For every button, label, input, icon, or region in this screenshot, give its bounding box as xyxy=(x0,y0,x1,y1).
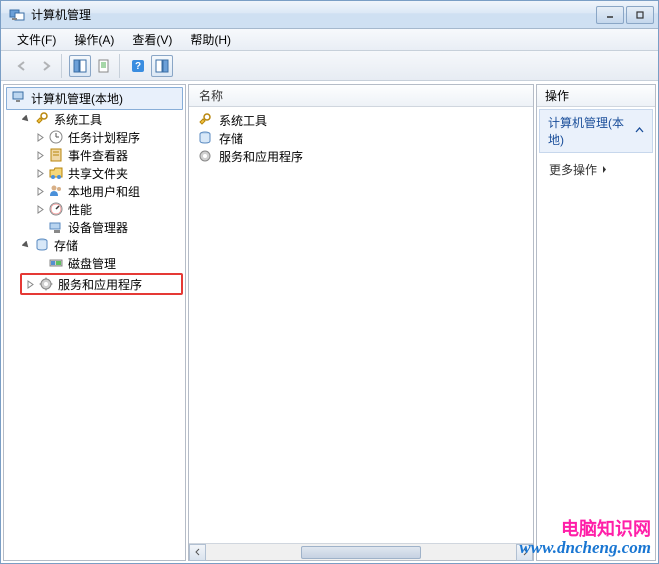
node-label: 磁盘管理 xyxy=(68,255,116,272)
computer-icon xyxy=(11,89,27,108)
action-header: 操作 xyxy=(537,85,655,107)
menu-bar: 文件(F) 操作(A) 查看(V) 帮助(H) xyxy=(1,29,658,51)
horizontal-scrollbar[interactable] xyxy=(189,543,533,560)
tree-node-local-users[interactable]: 本地用户和组 xyxy=(34,182,183,200)
svg-text:?: ? xyxy=(135,61,141,72)
list-item[interactable]: 系统工具 xyxy=(195,111,527,129)
storage-icon xyxy=(34,237,50,253)
node-label: 存储 xyxy=(54,237,78,254)
scroll-right-button[interactable] xyxy=(516,544,533,561)
highlighted-item: 服务和应用程序 xyxy=(20,273,183,295)
node-label: 本地用户和组 xyxy=(68,183,140,200)
storage-icon xyxy=(197,130,213,146)
expand-icon[interactable] xyxy=(34,131,46,143)
tree-node-performance[interactable]: 性能 xyxy=(34,200,183,218)
forward-button xyxy=(35,55,57,77)
tree-pane[interactable]: 计算机管理(本地) 系统工具 任务计划程序 xyxy=(3,84,186,561)
list-body[interactable]: 系统工具 存储 服务和应用程序 xyxy=(189,107,533,543)
node-label: 共享文件夹 xyxy=(68,165,128,182)
title-bar: 计算机管理 xyxy=(1,1,658,29)
action-section-label: 计算机管理(本地) xyxy=(548,114,635,148)
tools-icon xyxy=(197,112,213,128)
list-item-label: 存储 xyxy=(219,130,243,147)
node-label: 事件查看器 xyxy=(68,147,128,164)
tree-root-label: 计算机管理(本地) xyxy=(31,90,123,107)
action-pane: 操作 计算机管理(本地) 更多操作 xyxy=(536,84,656,561)
users-icon xyxy=(48,183,64,199)
disk-icon xyxy=(48,255,64,271)
back-button xyxy=(11,55,33,77)
expand-icon[interactable] xyxy=(34,185,46,197)
list-header: 名称 xyxy=(189,85,533,107)
tree-node-shared-folders[interactable]: 共享文件夹 xyxy=(34,164,183,182)
tree-root[interactable]: 计算机管理(本地) xyxy=(6,87,183,110)
tree-node-event-viewer[interactable]: 事件查看器 xyxy=(34,146,183,164)
computer-management-window: 计算机管理 文件(F) 操作(A) 查看(V) 帮助(H) ? xyxy=(0,0,659,564)
performance-icon xyxy=(48,201,64,217)
expand-icon[interactable] xyxy=(34,149,46,161)
show-action-pane-button[interactable] xyxy=(151,55,173,77)
properties-button[interactable] xyxy=(93,55,115,77)
list-item[interactable]: 存储 xyxy=(195,129,527,147)
toolbar: ? xyxy=(1,51,658,81)
node-label: 服务和应用程序 xyxy=(58,276,142,293)
action-more-actions[interactable]: 更多操作 xyxy=(537,155,655,184)
shared-folder-icon xyxy=(48,165,64,181)
expand-icon[interactable] xyxy=(24,278,36,290)
tree-node-disk-management[interactable]: 磁盘管理 xyxy=(34,254,183,272)
help-button[interactable]: ? xyxy=(127,55,149,77)
tools-icon xyxy=(34,111,50,127)
maximize-button[interactable] xyxy=(626,6,654,24)
main-area: 计算机管理(本地) 系统工具 任务计划程序 xyxy=(1,81,658,563)
collapse-arrow-icon xyxy=(635,124,644,138)
expand-icon[interactable] xyxy=(34,203,46,215)
menu-file[interactable]: 文件(F) xyxy=(9,29,64,50)
node-label: 系统工具 xyxy=(54,111,102,128)
event-icon xyxy=(48,147,64,163)
tree-node-system-tools[interactable]: 系统工具 xyxy=(20,110,183,128)
tree-node-task-scheduler[interactable]: 任务计划程序 xyxy=(34,128,183,146)
tree-node-services-apps[interactable]: 服务和应用程序 xyxy=(24,275,179,293)
services-icon xyxy=(38,276,54,292)
node-label: 性能 xyxy=(68,201,92,218)
collapse-icon[interactable] xyxy=(20,113,32,125)
menu-view[interactable]: 查看(V) xyxy=(124,29,180,50)
app-icon xyxy=(9,7,25,23)
scroll-left-button[interactable] xyxy=(189,544,206,561)
list-item-label: 系统工具 xyxy=(219,112,267,129)
tree-node-device-manager[interactable]: 设备管理器 xyxy=(34,218,183,236)
collapse-icon[interactable] xyxy=(20,239,32,251)
scroll-thumb[interactable] xyxy=(301,546,421,559)
window-title: 计算机管理 xyxy=(31,6,596,23)
menu-action[interactable]: 操作(A) xyxy=(66,29,122,50)
window-controls xyxy=(596,6,654,24)
services-icon xyxy=(197,148,213,164)
node-label: 设备管理器 xyxy=(68,219,128,236)
show-hide-tree-button[interactable] xyxy=(69,55,91,77)
clock-icon xyxy=(48,129,64,145)
node-label: 任务计划程序 xyxy=(68,129,140,146)
column-name[interactable]: 名称 xyxy=(189,87,533,104)
action-link-label: 更多操作 xyxy=(549,161,597,178)
menu-help[interactable]: 帮助(H) xyxy=(182,29,239,50)
action-section-title[interactable]: 计算机管理(本地) xyxy=(539,109,653,153)
expand-icon[interactable] xyxy=(34,167,46,179)
device-icon xyxy=(48,219,64,235)
tree-node-storage[interactable]: 存储 xyxy=(20,236,183,254)
list-item[interactable]: 服务和应用程序 xyxy=(195,147,527,165)
minimize-button[interactable] xyxy=(596,6,624,24)
list-item-label: 服务和应用程序 xyxy=(219,148,303,165)
chevron-right-icon xyxy=(601,163,608,177)
list-pane: 名称 系统工具 存储 服务和应用程序 xyxy=(188,84,534,561)
